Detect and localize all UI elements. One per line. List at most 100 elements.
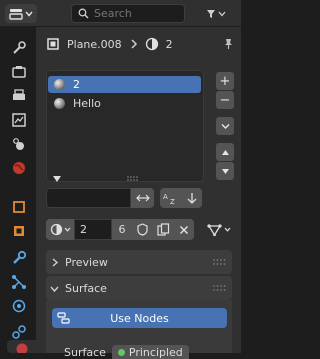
duplicate-icon	[157, 223, 170, 236]
slot-specials-menu[interactable]	[216, 117, 234, 135]
chevron-down-icon	[221, 123, 229, 129]
options-icon	[206, 9, 215, 18]
view-layer-icon	[12, 113, 26, 127]
chevron-down-icon	[224, 227, 231, 232]
header-options-menu[interactable]	[195, 4, 235, 23]
wrench-icon	[13, 250, 27, 264]
material-icon	[16, 343, 27, 353]
search-icon	[78, 8, 89, 19]
list-item[interactable]: Hello	[48, 95, 201, 112]
material-slot-label: Hello	[73, 97, 101, 110]
svg-text:A: A	[163, 193, 168, 201]
unlink-material-button[interactable]	[174, 219, 194, 240]
tab-particles[interactable]	[7, 270, 31, 294]
list-item[interactable]: 2	[48, 76, 201, 93]
tab-render[interactable]	[7, 60, 31, 84]
tab-view-layer[interactable]	[7, 108, 31, 132]
mesh-object-icon	[47, 38, 59, 50]
sort-alpha-icon: AZ	[163, 193, 175, 204]
tab-modifiers[interactable]	[7, 246, 31, 270]
tab-physics[interactable]	[7, 294, 31, 318]
fake-user-button[interactable]	[132, 219, 153, 240]
material-name-value: 2	[80, 223, 87, 236]
material-name-field[interactable]: 2	[74, 219, 112, 240]
surface-shader-value: Principled	[128, 345, 183, 359]
object-name: Plane.008	[67, 37, 122, 51]
drag-handle-icon[interactable]	[212, 258, 226, 266]
output-icon	[13, 89, 25, 100]
invert-filter-button[interactable]	[131, 188, 154, 208]
constraints-icon	[12, 325, 26, 339]
editor-type-selector[interactable]	[5, 4, 37, 23]
use-nodes-button[interactable]: Use Nodes	[52, 308, 227, 328]
list-filter-input[interactable]	[46, 188, 131, 208]
chevron-down-icon	[25, 11, 33, 17]
tab-object[interactable]	[7, 219, 31, 243]
material-slot-name: 2	[165, 37, 173, 51]
object-icon	[14, 226, 24, 236]
drag-handle-icon[interactable]	[212, 284, 226, 292]
sort-reverse-button[interactable]	[182, 188, 202, 208]
use-nodes-label: Use Nodes	[110, 311, 169, 325]
arrow-down-icon	[187, 193, 197, 204]
preview-panel-title: Preview	[65, 255, 108, 269]
tab-output[interactable]	[7, 84, 31, 108]
plus-icon: +	[219, 73, 231, 89]
shield-icon	[137, 223, 148, 236]
pin-icon[interactable]	[222, 37, 235, 50]
filter-expand-icon[interactable]	[53, 176, 61, 182]
surface-shader-row: Surface Principled	[64, 345, 234, 359]
link-mode-menu[interactable]	[203, 219, 235, 240]
tab-scene[interactable]	[7, 132, 31, 156]
resize-handle-icon[interactable]	[126, 176, 140, 182]
preview-panel-header[interactable]: Preview	[46, 250, 232, 274]
material-preview-icon	[54, 98, 65, 109]
mesh-data-icon	[207, 224, 222, 236]
search-field[interactable]	[71, 4, 185, 23]
search-input[interactable]	[94, 7, 174, 20]
collection-icon	[13, 201, 25, 213]
tab-collection[interactable]	[7, 195, 31, 219]
remove-slot-button[interactable]: −	[216, 91, 234, 109]
triangle-down-icon	[221, 168, 229, 174]
close-icon	[179, 225, 189, 234]
world-icon	[13, 162, 25, 174]
tool-icon	[13, 41, 26, 54]
user-count-value: 6	[118, 223, 126, 236]
shader-socket-icon	[117, 348, 125, 356]
add-slot-button[interactable]: +	[216, 72, 234, 90]
move-slot-up-button[interactable]	[216, 143, 234, 161]
browse-material-button[interactable]	[46, 219, 74, 240]
minus-icon: −	[219, 92, 231, 108]
material-slot-label: 2	[73, 78, 80, 91]
user-count-button[interactable]: 6	[112, 219, 132, 240]
arrows-left-right-icon	[135, 194, 150, 202]
chevron-down-icon	[218, 11, 225, 16]
duplicate-material-button[interactable]	[153, 219, 174, 240]
physics-icon	[12, 299, 26, 313]
move-slot-down-button[interactable]	[216, 162, 234, 180]
tab-material[interactable]	[7, 340, 36, 353]
scene-icon	[13, 138, 24, 150]
particles-icon	[12, 275, 26, 289]
render-icon	[12, 66, 26, 78]
material-icon	[145, 37, 158, 51]
material-preview-icon	[54, 79, 65, 90]
surface-shader-selector[interactable]: Principled	[111, 345, 189, 359]
chevron-down-icon	[64, 227, 70, 232]
surface-panel-title: Surface	[65, 281, 107, 295]
triangle-up-icon	[221, 149, 229, 155]
surface-field-label: Surface	[64, 345, 106, 359]
surface-panel-header[interactable]: Surface	[46, 276, 232, 300]
material-icon	[50, 223, 62, 236]
tab-tool[interactable]	[7, 36, 31, 60]
chevron-right-icon	[52, 257, 59, 267]
breadcrumb: Plane.008 2	[42, 34, 237, 54]
node-tree-icon	[57, 312, 70, 324]
svg-text:Z: Z	[170, 198, 175, 204]
properties-editor-icon	[9, 8, 23, 20]
chevron-down-icon	[50, 286, 59, 292]
sort-alpha-button[interactable]: AZ	[160, 188, 182, 208]
chevron-right-icon	[131, 39, 137, 49]
tab-world[interactable]	[7, 156, 31, 180]
